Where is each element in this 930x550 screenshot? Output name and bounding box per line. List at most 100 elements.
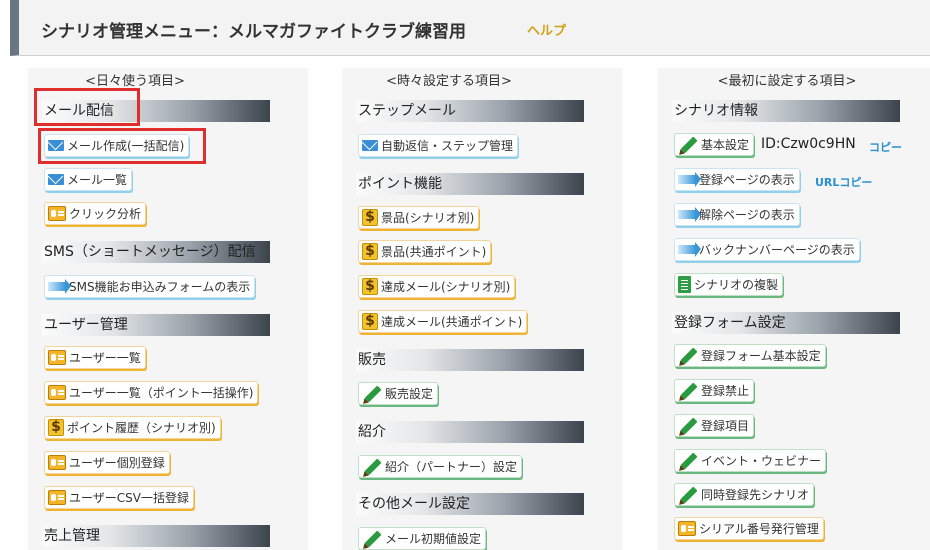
dollar-icon: $ [362,278,378,295]
copy-url-button[interactable]: URLコピー [815,174,872,190]
section-sms: SMS（ショートメッセージ）配信 [42,241,270,263]
column-title-initial: <最初に設定する項目> [717,74,857,89]
dollar-icon: $ [362,209,378,226]
pencil-icon [680,136,698,153]
page-header: シナリオ管理メニュー：メルマガファイトクラブ練習用 ヘルプ [10,0,930,56]
item-label: 景品(シナリオ別) [381,211,475,225]
item-label: 景品(共通ポイント) [381,245,487,259]
duplicate-scenario-button[interactable]: シナリオの複製 [674,273,784,296]
pencil-icon [680,417,698,434]
section-user-management: ユーザー管理 [42,314,270,336]
mail-list-button[interactable]: メール一覧 [44,168,133,191]
mail-icon [48,140,64,151]
item-label: メール一覧 [67,173,128,187]
document-icon [678,276,691,293]
section-sales: 販売 [356,349,584,371]
arrow-right-icon [678,172,701,187]
mail-icon [48,174,64,185]
column-title-daily: <日々使う項目> [85,74,185,89]
column-title-occasional: <時々設定する項目> [386,74,512,89]
user-csv-register-button[interactable]: ユーザーCSV一括登録 [44,486,194,509]
auto-reply-step-button[interactable]: 自動返信・ステップ管理 [358,134,519,157]
sales-settings-button[interactable]: 販売設定 [358,382,439,405]
column-occasional: <時々設定する項目> ステップメール 自動返信・ステップ管理 ポイント機能 $ … [342,68,622,550]
page-title: シナリオ管理メニュー：メルマガファイトクラブ練習用 [41,22,466,42]
section-scenario-info: シナリオ情報 [672,100,900,122]
dollar-icon: $ [362,313,378,330]
item-label: シナリオの複製 [694,278,779,292]
unsubscribe-page-button[interactable]: 解除ページの表示 [674,203,800,226]
arrow-right-icon [48,279,71,294]
point-history-button[interactable]: $ ポイント履歴（シナリオ別) [44,416,221,439]
registration-block-button[interactable]: 登録禁止 [674,379,755,402]
registration-page-button[interactable]: 登録ページの表示 [674,168,800,191]
id-card-icon [48,490,66,505]
item-label: 登録禁止 [701,384,750,398]
item-label: 自動返信・ステップ管理 [381,139,514,153]
item-label: シリアル番号発行管理 [699,522,819,536]
pencil-icon [680,382,698,399]
column-initial: <最初に設定する項目> シナリオ情報 基本設定 ID:Czw0c9HN コピー … [658,68,930,550]
section-sales-management: 売上管理 [42,525,270,547]
id-card-icon [678,521,696,536]
item-label: 同時登録先シナリオ [701,488,810,502]
arrow-right-icon [678,207,701,222]
item-label: 登録ページの表示 [699,173,795,187]
pencil-icon [680,452,698,469]
help-link[interactable]: ヘルプ [527,20,566,39]
create-mail-button[interactable]: メール作成(一括配信) [44,134,190,157]
section-referral: 紹介 [356,421,584,443]
arrow-right-icon [678,242,701,257]
section-step-mail: ステップメール [356,100,584,122]
partner-settings-button[interactable]: 紹介（パートナー）設定 [358,455,523,478]
item-label: 解除ページの表示 [699,208,795,222]
event-webinar-button[interactable]: イベント・ウェビナー [674,449,827,472]
item-label: ユーザー個別登録 [69,456,165,470]
sms-form-button[interactable]: SMS機能お申込みフォームの表示 [44,275,256,298]
id-card-icon [48,206,66,221]
id-card-icon [48,350,66,365]
user-register-button[interactable]: ユーザー個別登録 [44,451,170,474]
prize-common-button[interactable]: $ 景品(共通ポイント) [358,240,492,263]
item-label: メール作成(一括配信) [67,139,185,153]
pencil-icon [680,347,698,364]
basic-settings-button[interactable]: 基本設定 [674,133,755,156]
dollar-icon: $ [362,243,378,260]
pencil-icon [364,458,382,475]
pencil-icon [680,486,698,503]
item-label: バックナンバーページの表示 [699,243,855,257]
achievement-mail-common-button[interactable]: $ 達成メール(共通ポイント) [358,310,528,333]
section-other-mail: その他メール設定 [356,493,584,515]
column-daily: <日々使う項目> メール配信 メール作成(一括配信) メール一覧 クリック分析 … [28,68,308,550]
copy-id-button[interactable]: コピー [869,139,902,155]
registration-fields-button[interactable]: 登録項目 [674,414,755,437]
simultaneous-scenario-button[interactable]: 同時登録先シナリオ [674,483,815,506]
item-label: 紹介（パートナー）設定 [385,460,518,474]
item-label: ユーザー一覧 [69,351,141,365]
item-label: 基本設定 [701,138,750,152]
user-list-button[interactable]: ユーザー一覧 [44,346,146,369]
prize-scenario-button[interactable]: $ 景品(シナリオ別) [358,206,480,229]
backnumber-page-button[interactable]: バックナンバーページの表示 [674,238,860,261]
item-label: イベント・ウェビナー [701,454,822,468]
mail-defaults-button[interactable]: メール初期値設定 [358,527,487,550]
dollar-icon: $ [48,419,64,436]
achievement-mail-scenario-button[interactable]: $ 達成メール(シナリオ別) [358,275,516,298]
form-basic-settings-button[interactable]: 登録フォーム基本設定 [674,344,826,367]
click-analysis-button[interactable]: クリック分析 [44,202,147,225]
item-label: ユーザー一覧（ポイント一括操作) [69,386,254,400]
item-label: 販売設定 [385,387,434,401]
item-label: ポイント履歴（シナリオ別) [67,421,216,435]
serial-number-button[interactable]: シリアル番号発行管理 [674,517,824,540]
section-point-function: ポイント機能 [356,173,584,195]
item-label: 達成メール(共通ポイント) [381,315,523,329]
item-label: SMS機能お申込みフォームの表示 [69,280,251,294]
mail-icon [362,140,378,151]
id-card-icon [48,455,66,470]
scenario-id: ID:Czw0c9HN [761,136,856,152]
item-label: 達成メール(シナリオ別) [381,280,511,294]
item-label: メール初期値設定 [385,532,482,546]
item-label: 登録フォーム基本設定 [701,349,821,363]
id-card-icon [48,385,66,400]
user-list-points-button[interactable]: ユーザー一覧（ポイント一括操作) [44,381,259,404]
